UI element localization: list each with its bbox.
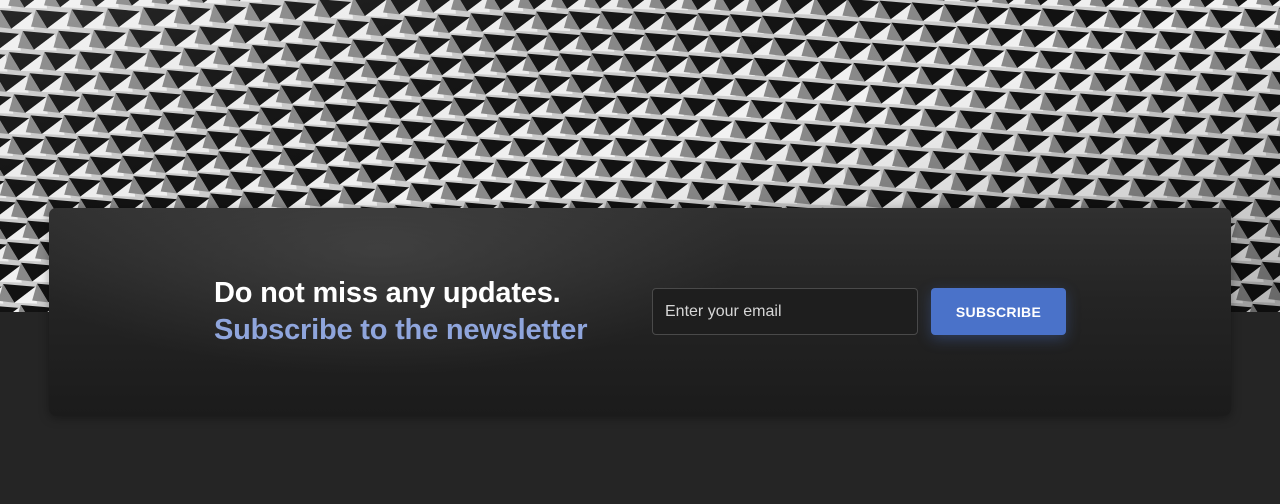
newsletter-headline: Do not miss any updates. Subscribe to th… [214, 275, 588, 349]
newsletter-card: Do not miss any updates. Subscribe to th… [49, 208, 1231, 416]
headline-line-primary: Do not miss any updates. [214, 277, 561, 309]
subscribe-button[interactable]: SUBSCRIBE [931, 288, 1066, 335]
email-input[interactable] [652, 288, 918, 335]
headline-line-accent: Subscribe to the newsletter [214, 314, 588, 346]
page: Do not miss any updates. Subscribe to th… [0, 0, 1280, 504]
